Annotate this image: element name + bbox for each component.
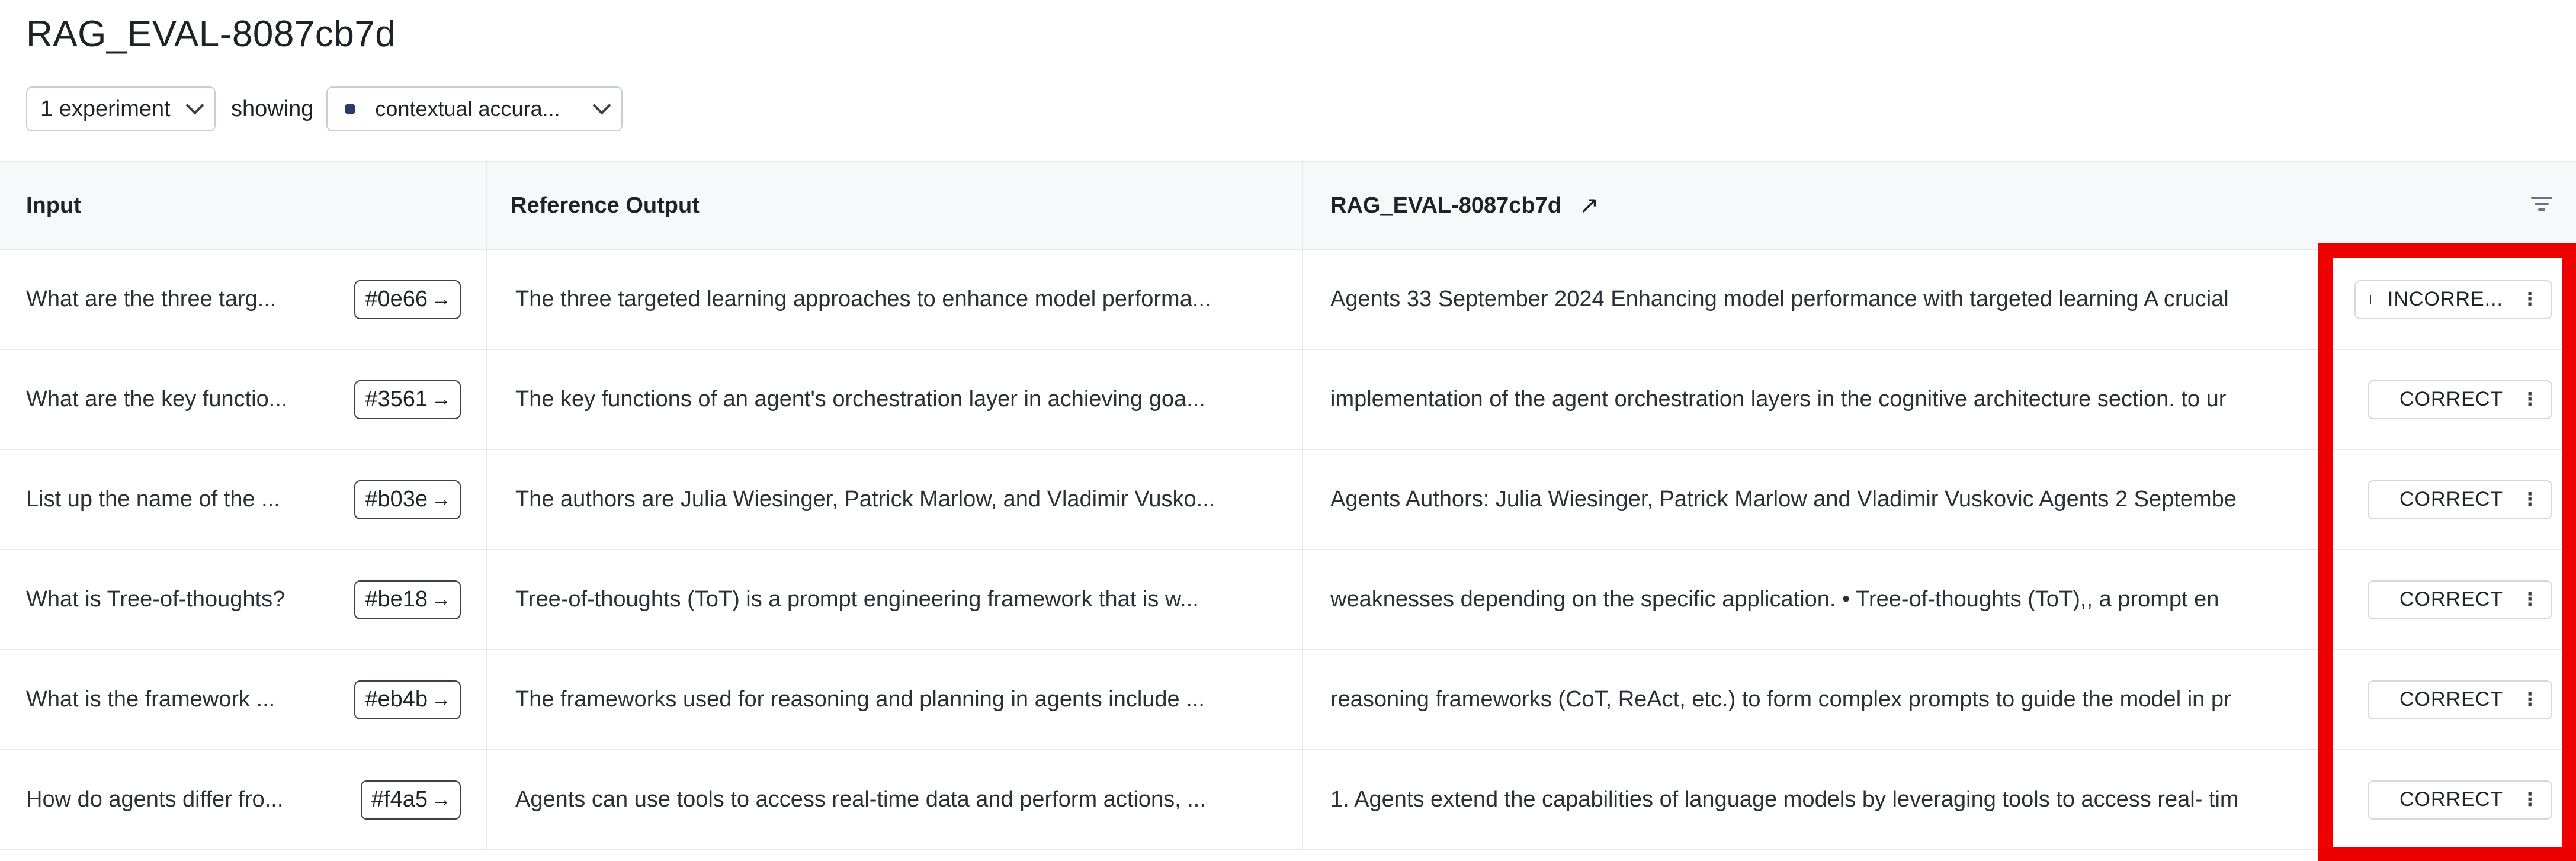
example-id: #0e66 xyxy=(365,287,428,311)
column-header-input[interactable]: Input xyxy=(0,162,487,249)
toolbar: 1 experiment showing contextual accura..… xyxy=(26,86,623,131)
example-id-link[interactable]: #0e66 → xyxy=(354,279,461,319)
table-row[interactable]: What is Tree-of-thoughts? #be18 → Tree-o… xyxy=(0,550,2576,650)
output-text: Agents 33 September 2024 Enhancing model… xyxy=(1330,287,2229,311)
arrow-right-icon: → xyxy=(431,588,451,611)
example-id: #eb4b xyxy=(365,687,428,712)
column-header-label: Reference Output xyxy=(511,192,700,218)
page-title: RAG_EVAL-8087cb7d xyxy=(26,14,396,54)
metric-color-icon xyxy=(345,104,355,114)
output-text: 1. Agents extend the capabilities of lan… xyxy=(1330,787,2239,812)
showing-label: showing xyxy=(231,96,314,121)
reference-cell: The frameworks used for reasoning and pl… xyxy=(487,650,1303,749)
arrow-right-icon: → xyxy=(431,488,451,510)
example-id-link[interactable]: #be18 → xyxy=(354,580,461,619)
example-id: #f4a5 xyxy=(371,787,428,812)
experiment-count-label: 1 experiment xyxy=(40,96,171,121)
reference-text: The frameworks used for reasoning and pl… xyxy=(515,687,1205,712)
output-text: implementation of the agent orchestratio… xyxy=(1330,387,2227,412)
column-header-reference[interactable]: Reference Output xyxy=(487,162,1303,249)
chevron-down-icon xyxy=(592,96,611,115)
reference-text: The key functions of an agent's orchestr… xyxy=(515,387,1205,412)
example-id-link[interactable]: #3561 → xyxy=(354,380,461,419)
input-text: What is the framework ... xyxy=(26,687,275,712)
reference-cell: The three targeted learning approaches t… xyxy=(487,250,1303,349)
reference-text: The authors are Julia Wiesinger, Patrick… xyxy=(515,487,1215,512)
input-text: What are the key functio... xyxy=(26,387,288,412)
reference-cell: The authors are Julia Wiesinger, Patrick… xyxy=(487,450,1303,549)
external-link-icon[interactable]: ↗ xyxy=(1579,192,1599,219)
highlight-box xyxy=(2318,243,2576,861)
reference-text: Agents can use tools to access real-time… xyxy=(515,787,1206,812)
input-cell: What is Tree-of-thoughts? #be18 → xyxy=(0,550,487,649)
example-id: #b03e xyxy=(365,487,428,512)
table-row[interactable]: List up the name of the ... #b03e → The … xyxy=(0,450,2576,550)
reference-text: Tree-of-thoughts (ToT) is a prompt engin… xyxy=(515,587,1199,612)
experiment-count-dropdown[interactable]: 1 experiment xyxy=(26,86,216,131)
example-id: #3561 xyxy=(365,387,428,412)
arrow-right-icon: → xyxy=(431,788,451,811)
input-text: How do agents differ fro... xyxy=(26,787,284,812)
table-row[interactable]: What are the key functio... #3561 → The … xyxy=(0,350,2576,450)
output-text: Agents Authors: Julia Wiesinger, Patrick… xyxy=(1330,487,2237,512)
input-cell: What are the key functio... #3561 → xyxy=(0,350,487,449)
arrow-right-icon: → xyxy=(431,388,451,410)
experiment-link[interactable]: RAG_EVAL-8087cb7d xyxy=(1330,193,1561,219)
metric-dropdown[interactable]: contextual accura... xyxy=(326,86,623,131)
arrow-right-icon: → xyxy=(431,688,451,711)
table-row[interactable]: How do agents differ fro... #f4a5 → Agen… xyxy=(0,750,2576,850)
example-id-link[interactable]: #eb4b → xyxy=(354,680,461,719)
input-text: What is Tree-of-thoughts? xyxy=(26,587,285,612)
reference-cell: Agents can use tools to access real-time… xyxy=(487,750,1303,849)
table-header: Input Reference Output RAG_EVAL-8087cb7d… xyxy=(0,162,2576,250)
table-row[interactable]: What is the framework ... #eb4b → The fr… xyxy=(0,650,2576,750)
input-cell: What are the three targ... #0e66 → xyxy=(0,250,487,349)
output-text: reasoning frameworks (CoT, ReAct, etc.) … xyxy=(1330,687,2231,712)
chevron-down-icon xyxy=(185,96,204,115)
example-id-link[interactable]: #b03e → xyxy=(354,480,461,519)
results-table: Input Reference Output RAG_EVAL-8087cb7d… xyxy=(0,161,2576,850)
column-header-experiment[interactable]: RAG_EVAL-8087cb7d ↗ xyxy=(1303,162,2576,249)
input-cell: What is the framework ... #eb4b → xyxy=(0,650,487,749)
arrow-right-icon: → xyxy=(431,288,451,310)
reference-cell: Tree-of-thoughts (ToT) is a prompt engin… xyxy=(487,550,1303,649)
input-cell: How do agents differ fro... #f4a5 → xyxy=(0,750,487,849)
input-text: List up the name of the ... xyxy=(26,487,280,512)
input-cell: List up the name of the ... #b03e → xyxy=(0,450,487,549)
example-id: #be18 xyxy=(365,587,428,612)
table-row[interactable]: What are the three targ... #0e66 → The t… xyxy=(0,250,2576,350)
metric-label: contextual accura... xyxy=(375,97,560,121)
reference-cell: The key functions of an agent's orchestr… xyxy=(487,350,1303,449)
output-text: weaknesses depending on the specific app… xyxy=(1330,587,2219,612)
example-id-link[interactable]: #f4a5 → xyxy=(360,780,461,820)
filter-icon[interactable] xyxy=(2531,197,2552,214)
input-text: What are the three targ... xyxy=(26,287,277,311)
reference-text: The three targeted learning approaches t… xyxy=(515,287,1211,311)
column-header-label: Input xyxy=(26,192,81,218)
